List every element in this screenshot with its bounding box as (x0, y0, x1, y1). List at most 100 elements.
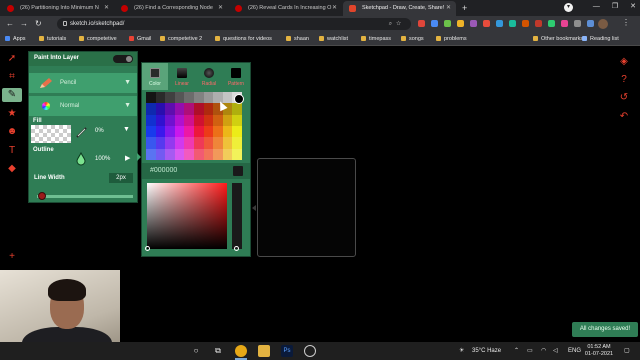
select-pointer-icon[interactable]: ➚ (5, 52, 19, 66)
add-icon[interactable]: + (5, 250, 19, 264)
extension-icon[interactable] (457, 20, 464, 27)
color-swatch[interactable] (194, 92, 204, 104)
color-swatch[interactable] (213, 148, 223, 160)
close-tab-icon[interactable]: ✕ (446, 1, 451, 16)
emoji-sticker-icon[interactable]: ☻ (5, 125, 19, 139)
browser-tab[interactable]: (26) Partitioning Into Minimum N ✕ (1, 1, 114, 16)
hex-input[interactable]: #000000 (142, 163, 250, 179)
close-tab-icon[interactable]: ✕ (218, 1, 223, 16)
color-swatch[interactable] (232, 114, 242, 126)
hue-handle[interactable] (234, 246, 239, 251)
browser-tab-active[interactable]: Sketchpad - Draw, Create, Share! ✕ (343, 1, 456, 16)
notification-icon[interactable]: ▢ (624, 342, 630, 360)
minimize-icon[interactable]: — (593, 0, 600, 14)
extension-icon[interactable] (444, 20, 451, 27)
outline-color-drop-icon[interactable] (76, 152, 86, 166)
color-swatch[interactable] (165, 137, 175, 149)
outline-opacity[interactable]: 100% (95, 156, 110, 162)
saturation-handle[interactable] (145, 246, 150, 251)
pencil-tool-icon[interactable]: ✎ (2, 88, 22, 102)
bookmark-star-icon[interactable]: ⌕☆ (389, 18, 405, 30)
color-swatch[interactable] (174, 92, 185, 104)
color-swatch[interactable] (232, 137, 242, 149)
saturation-value-picker[interactable] (147, 183, 227, 249)
color-swatch[interactable] (194, 137, 204, 149)
reload-icon[interactable]: ↻ (35, 18, 42, 30)
tab-radial[interactable]: Radial (196, 63, 222, 90)
tab-color[interactable]: Color (142, 63, 168, 90)
color-swatch[interactable] (184, 148, 194, 160)
reading-list[interactable]: Reading list (582, 33, 619, 46)
brush-type-select[interactable]: Pencil ▼ (29, 73, 137, 93)
fill-opacity[interactable]: 0% (95, 128, 104, 134)
layers-icon[interactable]: ◈ (618, 56, 630, 68)
color-swatch[interactable] (222, 114, 233, 126)
tab-pattern[interactable]: Pattern (223, 63, 249, 90)
bookmark-folder[interactable]: competetive (79, 33, 117, 46)
color-swatch[interactable] (232, 103, 242, 115)
star-stamp-icon[interactable]: ★ (5, 107, 19, 121)
back-arrow-icon[interactable]: ← (6, 18, 14, 30)
browser-tab[interactable]: (26) Reveal Cards In Increasing O ✕ (229, 1, 342, 16)
restore-icon[interactable]: ❐ (612, 0, 618, 14)
blend-mode-select[interactable]: Normal ▼ (29, 96, 137, 116)
crop-icon[interactable]: ⌗ (5, 70, 19, 84)
file-explorer-icon[interactable] (258, 345, 270, 357)
color-swatch[interactable] (174, 114, 185, 126)
color-swatch[interactable] (155, 137, 166, 149)
help-icon[interactable]: ? (618, 74, 630, 86)
wifi-icon[interactable]: ◠ (541, 342, 546, 360)
chrome-icon[interactable] (235, 345, 247, 357)
bookmark-folder[interactable]: competetive 2 (160, 33, 202, 46)
color-swatch[interactable] (203, 137, 214, 149)
tab-search-icon[interactable]: ▾ (564, 3, 573, 12)
color-swatch[interactable] (184, 92, 194, 104)
tray-chevron-icon[interactable]: ⌃ (514, 342, 519, 360)
line-width-slider-thumb[interactable] (38, 192, 46, 200)
color-swatch[interactable] (155, 148, 166, 160)
undo-icon[interactable]: ↶ (618, 111, 630, 123)
color-swatch[interactable] (146, 125, 156, 138)
extension-icon[interactable] (522, 20, 529, 27)
forward-arrow-icon[interactable]: → (20, 18, 28, 30)
fill-expand-icon[interactable]: ▼ (123, 126, 130, 133)
color-swatch[interactable] (155, 103, 166, 115)
color-swatch[interactable] (146, 103, 156, 115)
color-swatch[interactable] (194, 125, 204, 138)
color-swatch[interactable] (146, 114, 156, 126)
volume-icon[interactable]: ◁ (553, 342, 558, 360)
weather-text[interactable]: 35°C Haze (472, 342, 501, 360)
color-swatch[interactable] (174, 137, 185, 149)
browser-tab[interactable]: (26) Find a Corresponding Node ✕ (115, 1, 228, 16)
fill-bucket-icon[interactable]: ◆ (5, 162, 19, 176)
extension-icon[interactable] (483, 20, 490, 27)
color-swatch[interactable] (213, 114, 223, 126)
profile-avatar[interactable] (598, 19, 608, 29)
other-bookmarks[interactable]: Other bookmarks (533, 33, 583, 46)
color-swatch[interactable] (203, 125, 214, 138)
color-swatch[interactable] (184, 103, 194, 115)
system-clock[interactable]: 01:52 AM 01-07-2021 (584, 344, 614, 358)
close-tab-icon[interactable]: ✕ (104, 1, 109, 16)
color-swatch[interactable] (165, 114, 175, 126)
extension-icon[interactable] (548, 20, 555, 27)
bookmark-apps[interactable]: Apps (5, 33, 26, 46)
outline-expand-icon[interactable]: ▶ (125, 154, 130, 162)
drawing-canvas[interactable] (257, 158, 356, 257)
extension-icon[interactable] (535, 20, 542, 27)
color-swatch[interactable] (146, 148, 156, 160)
extension-icon[interactable] (509, 20, 516, 27)
hue-slider[interactable] (232, 183, 242, 249)
paint-into-layer-toggle[interactable] (113, 55, 133, 63)
text-tool-icon[interactable]: T (5, 144, 19, 158)
extension-icon[interactable] (496, 20, 503, 27)
color-swatch[interactable] (184, 125, 194, 138)
color-swatch[interactable] (203, 114, 214, 126)
history-icon[interactable]: ↺ (618, 92, 630, 104)
color-swatch[interactable] (232, 125, 242, 138)
color-swatch[interactable] (222, 137, 233, 149)
color-swatch[interactable] (194, 114, 204, 126)
bookmark-folder[interactable]: watchlist (319, 33, 348, 46)
close-window-icon[interactable]: ✕ (630, 0, 636, 14)
color-swatch[interactable] (194, 148, 204, 160)
